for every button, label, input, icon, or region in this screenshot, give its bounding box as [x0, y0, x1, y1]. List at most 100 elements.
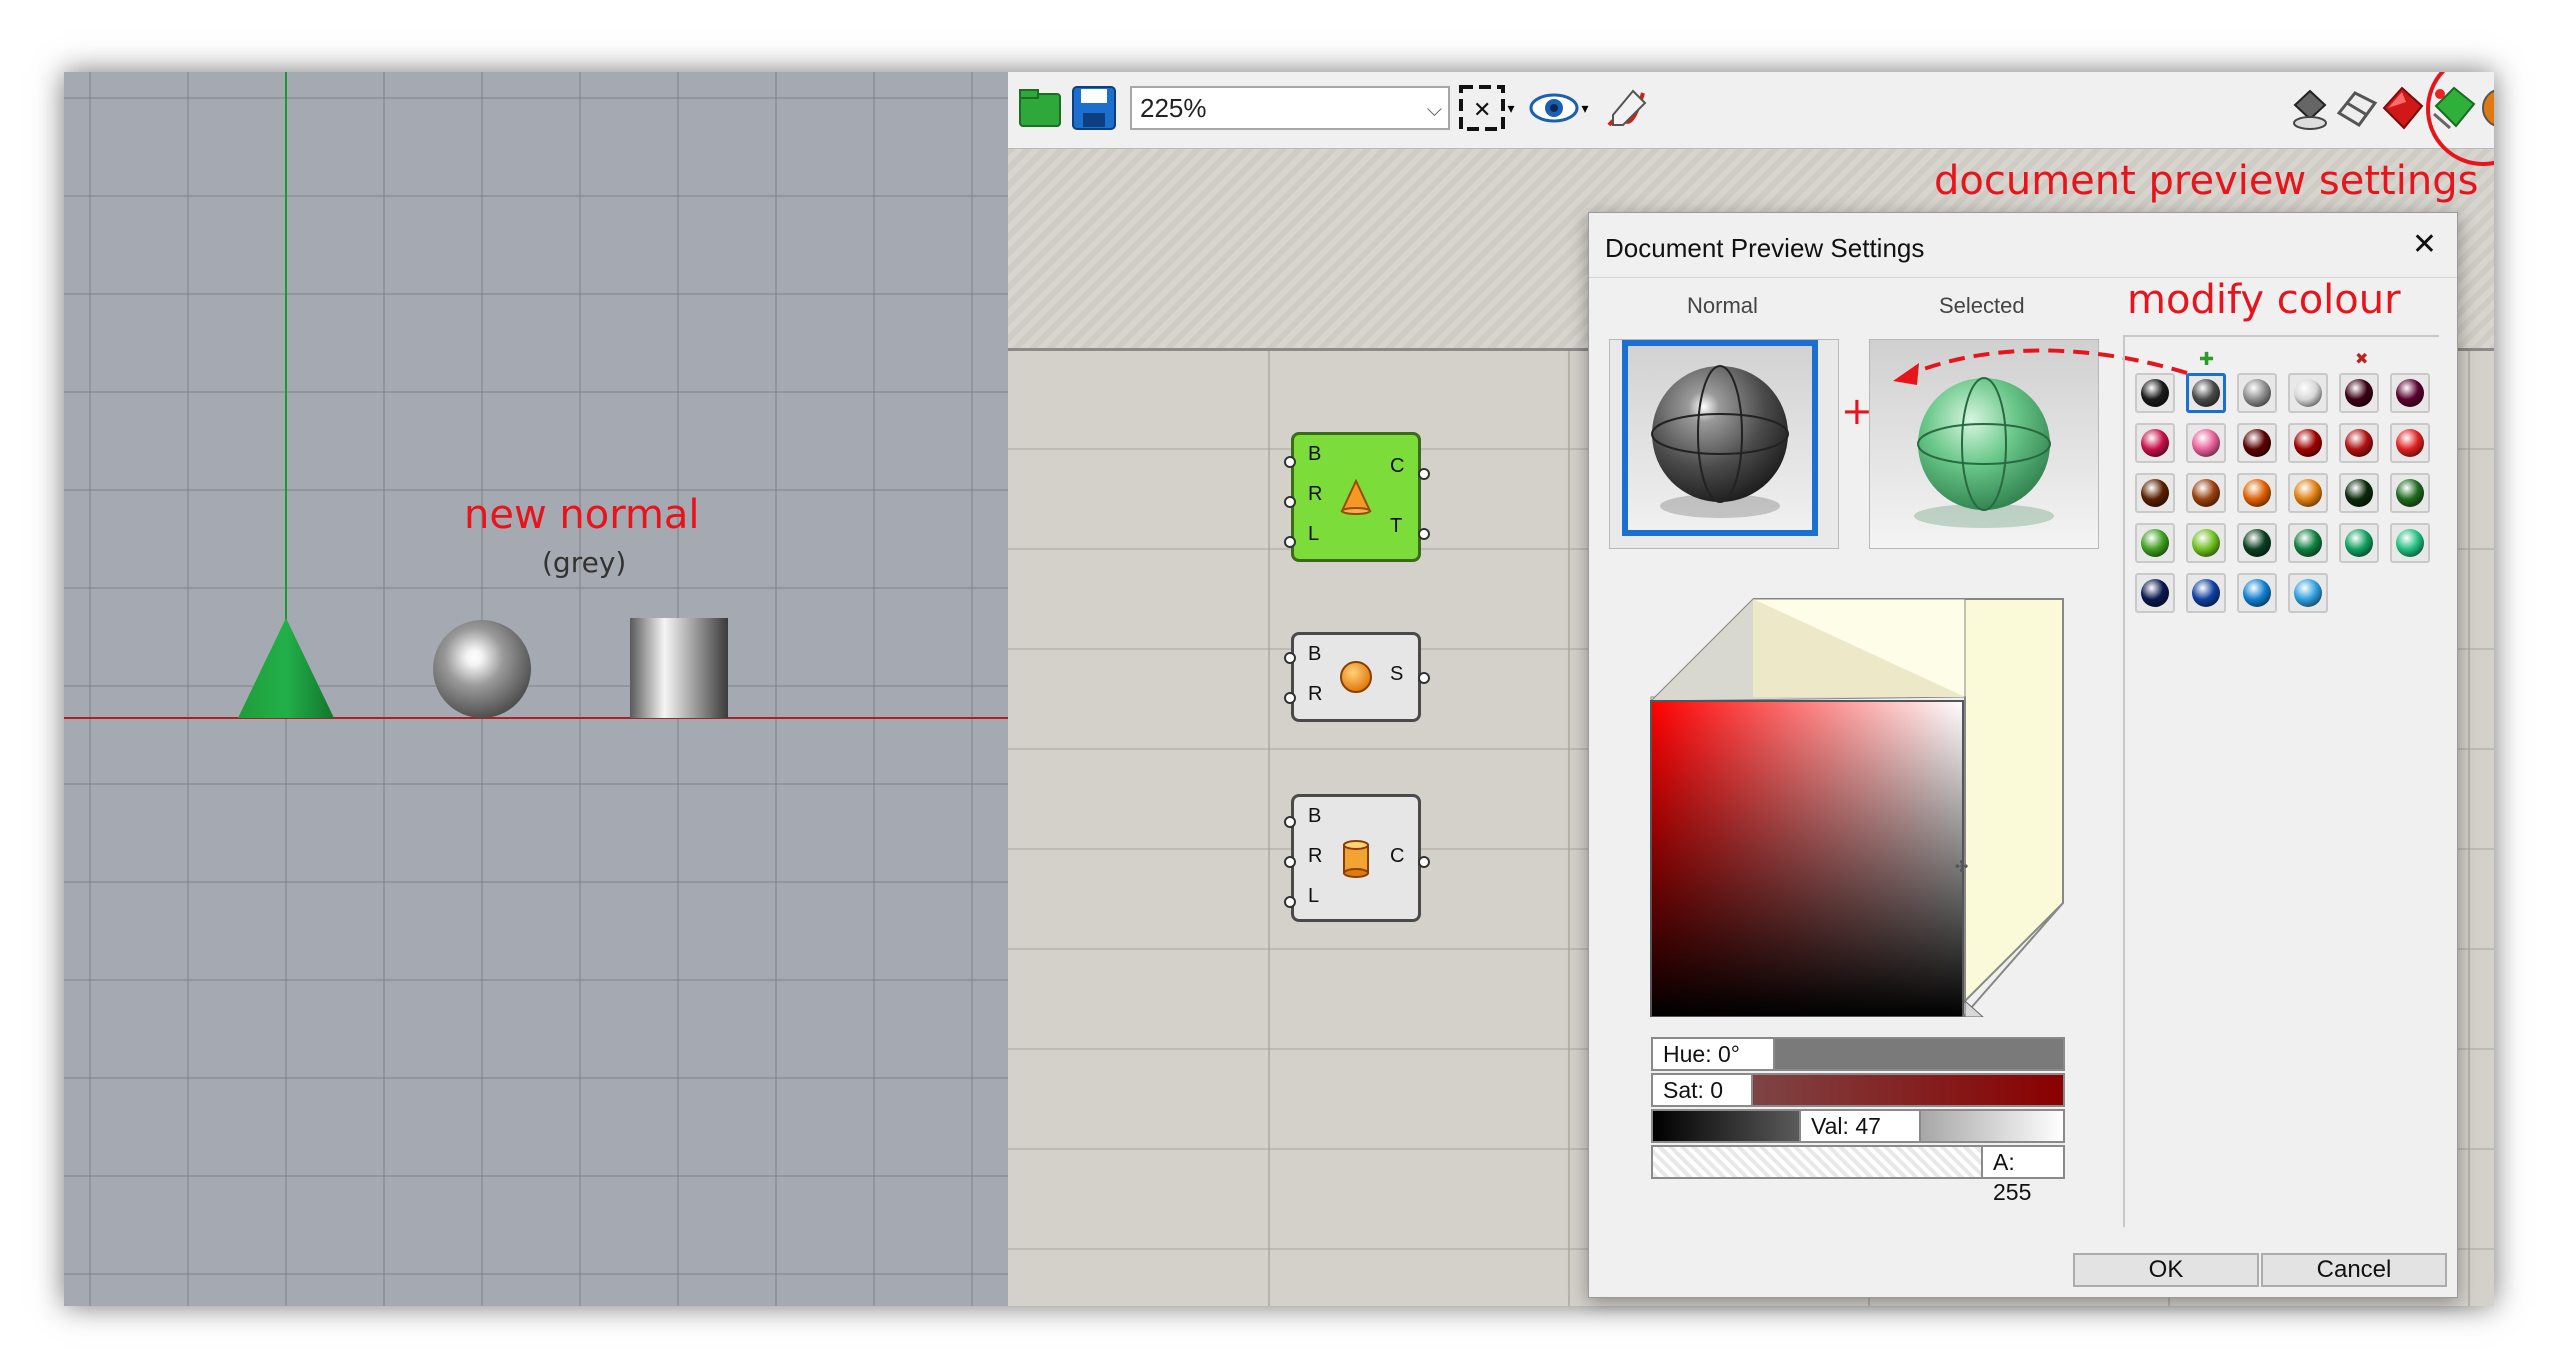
color-swatch[interactable] — [2135, 373, 2175, 413]
dialog-title: Document Preview Settings — [1605, 233, 1925, 263]
cylinder-icon — [1343, 840, 1369, 878]
swatch-ball — [2294, 379, 2322, 407]
grip-cone-r[interactable] — [1284, 496, 1296, 508]
input-l: L — [1308, 523, 1320, 545]
selected-label: Selected — [1939, 293, 2025, 318]
color-swatch[interactable] — [2237, 523, 2277, 563]
color-swatch[interactable] — [2339, 373, 2379, 413]
open-file-icon[interactable] — [1012, 80, 1068, 136]
add-swatch-icon[interactable]: ✚ — [2199, 349, 2214, 370]
color-swatch[interactable] — [2390, 423, 2430, 463]
save-file-icon[interactable] — [1066, 80, 1122, 136]
cylinder-component[interactable]: B R L C — [1291, 794, 1421, 922]
viewport-scene — [64, 72, 1008, 719]
color-swatch[interactable] — [2135, 523, 2175, 563]
color-picker-cube[interactable]: ✣ — [1649, 597, 2081, 1017]
swatch-ball — [2396, 479, 2424, 507]
palette-top-divider — [2123, 335, 2439, 337]
cone-object — [238, 618, 334, 718]
color-swatch[interactable] — [2339, 473, 2379, 513]
grip-cylinder-c[interactable] — [1418, 856, 1430, 868]
color-swatch[interactable] — [2186, 573, 2226, 613]
swatch-ball — [2141, 529, 2169, 557]
grip-cylinder-r[interactable] — [1284, 856, 1296, 868]
swatch-ball — [2192, 579, 2220, 607]
ok-button[interactable]: OK — [2073, 1253, 2259, 1287]
color-swatch[interactable] — [2288, 473, 2328, 513]
svg-text:✕: ✕ — [1473, 98, 1491, 123]
alpha-slider[interactable]: A: 255 — [1651, 1145, 2065, 1205]
color-swatch[interactable] — [2390, 523, 2430, 563]
highlight-circle — [2424, 72, 2494, 168]
color-swatch[interactable] — [2186, 523, 2226, 563]
grip-cylinder-l[interactable] — [1284, 896, 1296, 908]
color-swatch[interactable] — [2288, 573, 2328, 613]
swatch-ball — [2141, 479, 2169, 507]
swatch-ball — [2243, 529, 2271, 557]
hue-label: Hue: 0° — [1653, 1039, 1775, 1069]
annotation-new-normal: new normal — [464, 492, 700, 538]
color-swatch[interactable] — [2288, 523, 2328, 563]
swatch-ball — [2243, 379, 2271, 407]
value-slider[interactable]: Val: 47 — [1651, 1109, 2065, 1143]
input-r: R — [1308, 683, 1323, 705]
color-swatch[interactable] — [2237, 423, 2277, 463]
color-swatch[interactable] — [2390, 373, 2430, 413]
output-c: C — [1390, 455, 1405, 477]
hue-slider[interactable]: Hue: 0° — [1651, 1037, 2065, 1071]
color-swatch[interactable] — [2339, 523, 2379, 563]
svg-text:✣: ✣ — [1955, 857, 1968, 876]
color-swatch[interactable] — [2390, 473, 2430, 513]
grip-sphere-r[interactable] — [1284, 692, 1296, 704]
annotation-grey: (grey) — [542, 546, 627, 579]
color-swatch[interactable] — [2288, 373, 2328, 413]
swatch-ball — [2243, 479, 2271, 507]
saturation-label: Sat: 0 — [1653, 1075, 1753, 1105]
color-swatch[interactable] — [2237, 473, 2277, 513]
shaded-preview-icon[interactable] — [2374, 80, 2430, 136]
input-r: R — [1308, 845, 1323, 867]
output-c: C — [1390, 845, 1405, 867]
swatch-ball — [2396, 529, 2424, 557]
color-swatch[interactable] — [2288, 423, 2328, 463]
grip-cylinder-b[interactable] — [1284, 816, 1296, 828]
document-preview-settings-dialog: Document Preview Settings ✕ Normal Selec… — [1588, 212, 2458, 1298]
zoom-combobox[interactable]: 225% ⌵ — [1130, 86, 1450, 130]
swatch-ball — [2294, 529, 2322, 557]
palette-left-divider — [2123, 337, 2125, 1227]
color-swatch[interactable] — [2186, 373, 2226, 413]
color-swatch[interactable] — [2135, 573, 2175, 613]
grip-cone-c[interactable] — [1418, 468, 1430, 480]
grip-sphere-s[interactable] — [1418, 672, 1430, 684]
color-swatch[interactable] — [2237, 573, 2277, 613]
preview-dropdown-icon[interactable]: ▾ — [1574, 80, 1596, 136]
color-swatch[interactable] — [2135, 473, 2175, 513]
grip-cone-b[interactable] — [1284, 456, 1296, 468]
sketch-pen-icon[interactable] — [1598, 80, 1654, 136]
annotation-modify-colour: modify colour — [2127, 277, 2401, 323]
grip-cone-l[interactable] — [1284, 536, 1296, 548]
cancel-button[interactable]: Cancel — [2261, 1253, 2447, 1287]
cone-component[interactable]: B R L C T — [1291, 432, 1421, 562]
close-icon[interactable]: ✕ — [2412, 227, 2437, 262]
color-swatch[interactable] — [2237, 373, 2277, 413]
output-t: T — [1390, 515, 1403, 537]
grip-cone-t[interactable] — [1418, 528, 1430, 540]
rhino-viewport[interactable]: new normal (grey) — [64, 72, 1008, 1306]
remove-swatch-icon[interactable]: ✖ — [2355, 349, 2368, 369]
grip-sphere-b[interactable] — [1284, 652, 1296, 664]
color-swatch[interactable] — [2186, 423, 2226, 463]
cylinder-object — [630, 618, 728, 718]
gh-toolbar: 225% ⌵ ✕ ▾ ▾ — [1008, 72, 2494, 166]
zoom-extents-dropdown-icon[interactable]: ▾ — [1500, 80, 1522, 136]
color-swatch[interactable] — [2135, 423, 2175, 463]
swatch-ball — [2192, 379, 2220, 407]
output-s: S — [1390, 663, 1404, 685]
sphere-object — [433, 620, 531, 718]
sphere-component[interactable]: B R S — [1291, 632, 1421, 722]
swatch-ball — [2294, 479, 2322, 507]
color-swatch[interactable] — [2186, 473, 2226, 513]
color-swatch[interactable] — [2339, 423, 2379, 463]
saturation-slider[interactable]: Sat: 0 — [1651, 1073, 2065, 1107]
swatch-ball — [2345, 429, 2373, 457]
